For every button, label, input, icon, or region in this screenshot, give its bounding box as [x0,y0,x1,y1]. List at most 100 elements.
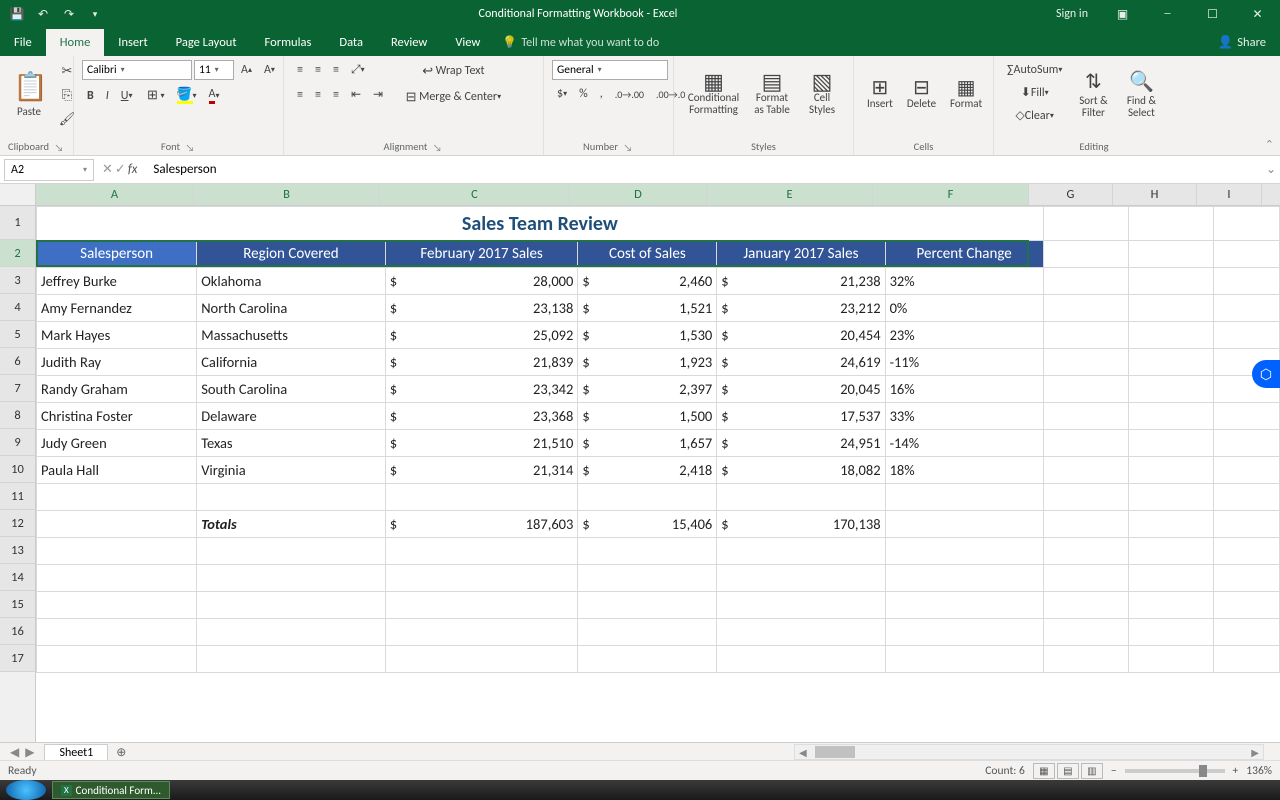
sort-filter-button[interactable]: ⇅Sort & Filter [1071,60,1115,130]
row-header-12[interactable]: 12 [0,510,35,537]
italic-button[interactable]: I [101,86,114,106]
tab-review[interactable]: Review [377,29,441,56]
clear-button[interactable]: ◇ Clear ▾ [1002,105,1067,126]
accounting-format-button[interactable]: $ ▾ [552,84,572,104]
row-header-15[interactable]: 15 [0,591,35,618]
decrease-indent-button[interactable]: ⇤ [346,84,366,105]
grow-font-button[interactable]: A▴ [236,60,257,80]
autosum-button[interactable]: ∑ AutoSum ▾ [1002,60,1067,80]
tab-page-layout[interactable]: Page Layout [162,29,251,56]
fill-button[interactable]: ⬇ Fill ▾ [1002,82,1067,103]
row-header-5[interactable]: 5 [0,321,35,348]
ribbon-display-icon[interactable]: ▣ [1100,0,1145,28]
row-header-1[interactable]: 1 [0,206,35,240]
row-header-6[interactable]: 6 [0,348,35,375]
dialog-launcher[interactable]: ↘ [53,141,65,153]
bold-button[interactable]: B [82,86,99,106]
column-header-C[interactable]: C [380,184,570,205]
sheet-tab[interactable]: Sheet1 [44,744,108,761]
percent-format-button[interactable]: % [574,84,593,104]
zoom-in-button[interactable]: + [1233,764,1239,778]
row-header-13[interactable]: 13 [0,537,35,564]
maximize-button[interactable]: ☐ [1190,0,1235,28]
cancel-formula-icon[interactable]: ✕ [102,162,113,177]
row-header-9[interactable]: 9 [0,429,35,456]
shrink-font-button[interactable]: A▾ [259,60,280,80]
sheet-nav-prev[interactable]: ◀ [10,745,19,760]
merge-center-button[interactable]: ⊟ Merge & Center ▾ [398,86,506,108]
formula-bar[interactable]: Salesperson [145,162,1262,177]
find-select-button[interactable]: 🔍Find & Select [1119,60,1163,130]
column-header-H[interactable]: H [1113,184,1197,205]
wrap-text-button[interactable]: ↩ Wrap Text [398,60,506,82]
align-left-button[interactable]: ≡ [292,85,308,105]
borders-button[interactable]: ⊞▾ [139,85,169,107]
sign-in-link[interactable]: Sign in [1044,7,1100,21]
add-sheet-button[interactable]: ⊕ [108,745,134,760]
row-header-17[interactable]: 17 [0,645,35,672]
row-header-3[interactable]: 3 [0,267,35,294]
qat-customize[interactable]: ▾ [84,3,106,25]
fx-icon[interactable]: fx [128,162,138,177]
expand-formula-bar[interactable]: ⌄ [1262,162,1280,177]
delete-cells-button[interactable]: ⊟Delete [902,60,941,130]
number-format-combo[interactable]: General▾ [552,60,668,80]
column-header-G[interactable]: G [1029,184,1113,205]
page-break-view-button[interactable]: ▥ [1081,763,1103,779]
page-layout-view-button[interactable]: ▤ [1057,763,1079,779]
column-header-I[interactable]: I [1197,184,1262,205]
share-button[interactable]: 👤Share [1204,29,1280,56]
tab-insert[interactable]: Insert [104,29,161,56]
close-button[interactable]: ✕ [1235,0,1280,28]
start-button[interactable] [6,780,46,800]
dialog-launcher[interactable]: ↘ [184,141,196,153]
column-header-D[interactable]: D [570,184,707,205]
format-as-table-button[interactable]: ▤Format as Table [749,60,795,130]
font-size-combo[interactable]: 11▾ [194,60,234,80]
undo-button[interactable]: ↶ [32,3,54,25]
tab-data[interactable]: Data [325,29,377,56]
sheet-nav-next[interactable]: ▶ [25,745,34,760]
taskbar-item-excel[interactable]: X Conditional Form... [52,781,170,799]
tab-home[interactable]: Home [46,29,105,56]
row-header-16[interactable]: 16 [0,618,35,645]
row-header-8[interactable]: 8 [0,402,35,429]
tab-view[interactable]: View [441,29,494,56]
increase-indent-button[interactable]: ⇥ [368,84,388,105]
align-center-button[interactable]: ≡ [310,85,326,105]
column-header-F[interactable]: F [873,184,1029,205]
dialog-launcher[interactable]: ↘ [431,141,443,153]
dropbox-icon[interactable]: ⬡ [1252,360,1280,388]
horizontal-scrollbar[interactable]: ◀ ▶ [794,744,1264,760]
conditional-formatting-button[interactable]: ▦Conditional Formatting [682,60,745,130]
tab-formulas[interactable]: Formulas [251,29,326,56]
fill-color-button[interactable]: 🪣▾ [172,85,202,107]
row-header-11[interactable]: 11 [0,483,35,510]
tell-me-search[interactable]: 💡Tell me what you want to do [494,29,667,56]
column-header-A[interactable]: A [36,184,194,205]
select-all-corner[interactable] [0,184,35,206]
comma-format-button[interactable]: , [595,84,608,104]
increase-decimal-button[interactable]: .0→.00 [610,85,649,104]
row-header-14[interactable]: 14 [0,564,35,591]
save-button[interactable]: 💾 [6,3,28,25]
align-middle-button[interactable]: ≡ [310,60,326,80]
zoom-level[interactable]: 136% [1246,764,1272,778]
font-color-button[interactable]: A▾ [204,84,225,107]
font-name-combo[interactable]: Calibri▾ [82,60,192,80]
row-header-2[interactable]: 2 [0,240,35,267]
format-cells-button[interactable]: ▦Format [945,60,987,130]
tab-file[interactable]: File [0,29,46,56]
minimize-button[interactable]: ─ [1145,0,1190,28]
enter-formula-icon[interactable]: ✓ [115,162,126,177]
column-header-B[interactable]: B [194,184,380,205]
cell-grid[interactable]: Sales Team ReviewSalespersonRegion Cover… [36,206,1280,742]
cell-styles-button[interactable]: ▧Cell Styles [799,60,845,130]
zoom-out-button[interactable]: − [1111,764,1117,778]
redo-button[interactable]: ↷ [58,3,80,25]
row-header-10[interactable]: 10 [0,456,35,483]
dialog-launcher[interactable]: ↘ [622,141,634,153]
align-right-button[interactable]: ≡ [328,85,344,105]
underline-button[interactable]: U ▾ [116,86,138,106]
orientation-button[interactable]: ⤢▾ [346,60,370,80]
